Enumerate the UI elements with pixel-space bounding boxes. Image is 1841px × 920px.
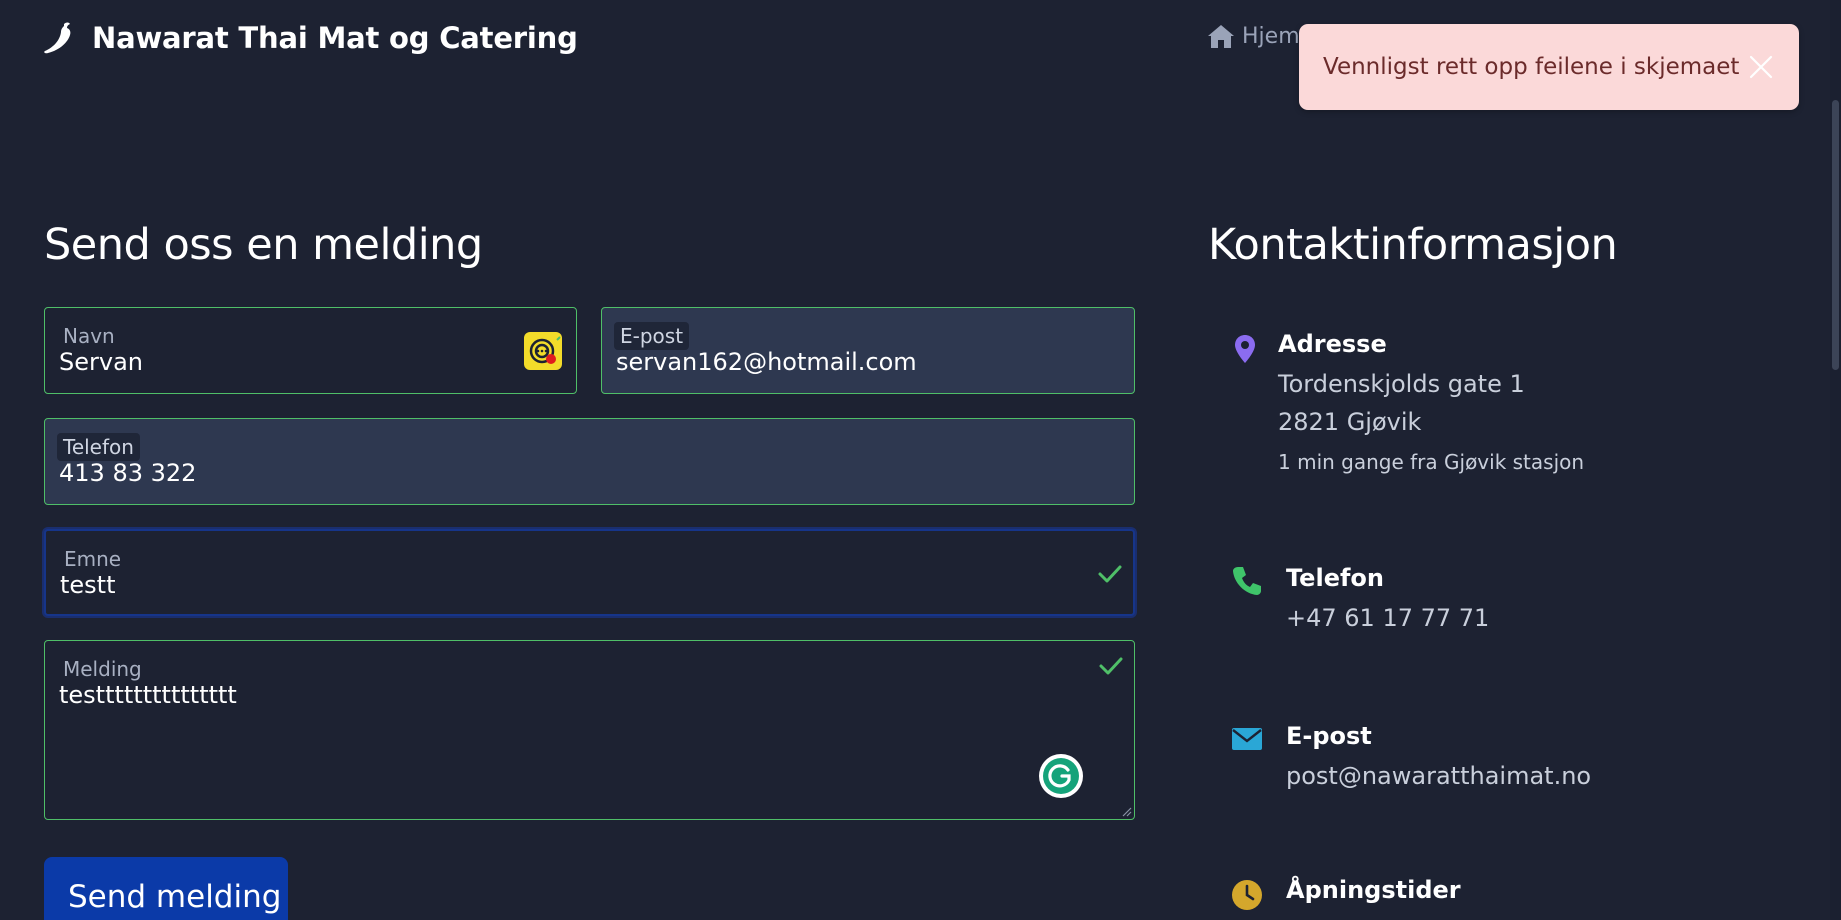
name-label: Navn [63, 324, 115, 348]
subject-field[interactable]: Emne testt [44, 529, 1135, 616]
message-field[interactable]: Melding testtttttttttttttt [44, 640, 1135, 820]
message-label: Melding [63, 657, 142, 681]
address-city: 2821 Gjøvik [1278, 408, 1422, 436]
name-field[interactable]: Navn Servan [44, 307, 577, 394]
subject-label: Emne [64, 547, 122, 571]
email-title: E-post [1286, 722, 1372, 750]
address-street: Tordenskjolds gate 1 [1278, 370, 1525, 398]
email-value: servan162@hotmail.com [616, 348, 917, 376]
contact-hours: Åpningstider [1208, 872, 1608, 920]
send-message-button[interactable]: Send melding [44, 857, 288, 920]
hours-title: Åpningstider [1286, 876, 1461, 904]
nav-home-label: Hjem [1242, 23, 1300, 49]
close-icon[interactable] [1747, 53, 1775, 81]
contact-heading: Kontaktinformasjon [1208, 220, 1618, 270]
phone-value: 413 83 322 [59, 459, 197, 487]
grammarly-icon[interactable] [1038, 753, 1084, 799]
envelope-icon [1232, 728, 1262, 750]
contact-email: E-post post@nawaratthaimat.no [1208, 714, 1608, 804]
brand-link[interactable]: Nawarat Thai Mat og Catering [42, 18, 578, 58]
nav-home-link[interactable]: Hjem [1206, 22, 1300, 50]
home-icon [1208, 25, 1234, 48]
address-note: 1 min gange fra Gjøvik stasjon [1278, 450, 1585, 474]
valid-check-icon [1098, 565, 1122, 583]
contact-phone: Telefon +47 61 17 77 71 [1208, 556, 1608, 646]
phone-number[interactable]: +47 61 17 77 71 [1286, 604, 1489, 632]
resize-handle-icon[interactable] [1120, 805, 1132, 817]
name-value: Servan [59, 348, 143, 376]
phone-field[interactable]: Telefon 413 83 322 [44, 418, 1135, 505]
page-scrollbar[interactable] [1830, 0, 1841, 920]
brand-name: Nawarat Thai Mat og Catering [92, 21, 578, 55]
contact-address: Adresse Tordenskjolds gate 1 2821 Gjøvik… [1208, 320, 1608, 480]
form-heading: Send oss en melding [44, 220, 483, 270]
page: Nawarat Thai Mat og Catering Hjem Vennli… [0, 0, 1841, 920]
email-field[interactable]: E-post servan162@hotmail.com [601, 307, 1135, 394]
email-address[interactable]: post@nawaratthaimat.no [1286, 762, 1591, 790]
clock-icon [1232, 880, 1262, 910]
valid-check-icon [1099, 657, 1123, 675]
extension-badge-icon[interactable] [524, 332, 562, 370]
toast-message: Vennligst rett opp feilene i skjemaet [1323, 54, 1740, 80]
chili-pepper-icon [44, 22, 71, 54]
error-toast: Vennligst rett opp feilene i skjemaet [1299, 24, 1799, 110]
phone-title: Telefon [1286, 564, 1384, 592]
scrollbar-thumb[interactable] [1832, 100, 1839, 370]
address-title: Adresse [1278, 330, 1387, 358]
message-value: testtttttttttttttt [59, 681, 237, 709]
phone-icon [1233, 567, 1261, 595]
phone-label: Telefon [57, 433, 140, 461]
subject-value: testt [60, 571, 116, 599]
email-label: E-post [614, 322, 690, 350]
map-pin-icon [1235, 335, 1255, 363]
